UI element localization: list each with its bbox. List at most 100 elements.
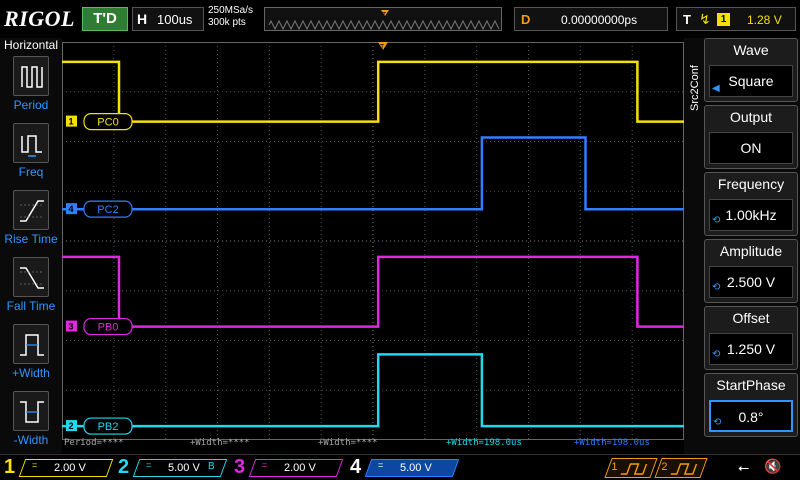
- brand-logo: RIGOL: [4, 6, 75, 31]
- offset-value-text: 1.250 V: [726, 341, 776, 357]
- fall-time-icon: [13, 257, 49, 297]
- horizontal-measure-menu: Horizontal Period Freq Rise Time Fall Ti…: [0, 38, 62, 454]
- measure-positive-width-item[interactable]: +Width: [0, 324, 62, 390]
- top-status-bar: RIGOL T'D H 100us 250MSa/s 300k pts T D …: [0, 0, 800, 38]
- channel-1-status[interactable]: 1 = 2.00 V: [4, 456, 114, 479]
- generator-2-status[interactable]: 2: [654, 458, 708, 478]
- delay-value: 0.00000000ps: [561, 13, 638, 27]
- knob-icon: ⟲: [712, 215, 721, 226]
- channel-4-scale: 5.00 V: [400, 462, 432, 474]
- measurement-item: +Width=****: [318, 438, 378, 448]
- measurement-item: Period=****: [64, 438, 124, 448]
- amplitude-softkey[interactable]: Amplitude ⟲ 2.500 V: [704, 239, 798, 303]
- output-softkey[interactable]: Output ON: [704, 105, 798, 169]
- trace-label-pb0: 3 PB0: [66, 317, 133, 336]
- wave-softkey[interactable]: Wave ◀ Square: [704, 38, 798, 102]
- svg-text:3: 3: [69, 322, 74, 332]
- trigger-position-marker: T: [378, 42, 388, 51]
- offset-softkey[interactable]: Offset ⟲ 1.250 V: [704, 306, 798, 370]
- frequency-softkey[interactable]: Frequency ⟲ 1.00kHz: [704, 172, 798, 236]
- right-menu-title: Src2Conf: [686, 48, 702, 138]
- memory-overview-bar[interactable]: T: [264, 7, 502, 31]
- wave-label: Wave: [733, 42, 769, 58]
- frequency-icon: [13, 123, 49, 163]
- output-label: Output: [729, 109, 773, 125]
- trigger-source-badge: 1: [717, 13, 730, 26]
- horizontal-timebase[interactable]: H 100us: [132, 7, 204, 31]
- channel-3-coupling: =: [262, 460, 268, 470]
- trace-label-pc0: 1 PC0: [66, 112, 133, 131]
- channel-3-status[interactable]: 3 = 2.00 V: [234, 456, 344, 479]
- trigger-label: T: [683, 12, 691, 27]
- frequency-value[interactable]: ⟲ 1.00kHz: [709, 199, 793, 231]
- measure-freq-item[interactable]: Freq: [0, 123, 62, 189]
- svg-text:PC2: PC2: [97, 204, 118, 216]
- usb-icon: ⭠: [738, 459, 750, 475]
- trigger-display[interactable]: T ↯ 1 1.28 V: [676, 7, 796, 31]
- memory-overview-waveform: T: [268, 10, 500, 31]
- speaker-mute-icon[interactable]: 🔇: [764, 458, 781, 475]
- waveform-canvas: 1 PC0 4 PC2 3 PB0 2 PB2 T: [62, 42, 684, 440]
- wave-value[interactable]: ◀ Square: [709, 65, 793, 97]
- svg-text:4: 4: [69, 204, 74, 214]
- rise-time-icon: [13, 190, 49, 230]
- measure-fall-time-label: Fall Time: [6, 299, 56, 313]
- measure-positive-width-label: +Width: [12, 366, 50, 380]
- amplitude-value-text: 2.500 V: [726, 274, 776, 290]
- channel-2-coupling: =: [146, 460, 152, 470]
- sample-rate: 250MSa/s: [208, 5, 254, 16]
- amplitude-label: Amplitude: [719, 243, 783, 259]
- channel-1-number: 1: [4, 456, 16, 478]
- start-phase-value-text: 0.8°: [738, 409, 764, 425]
- waveform-display[interactable]: 1 PC0 4 PC2 3 PB0 2 PB2 T: [62, 42, 684, 440]
- start-phase-value[interactable]: ⟲ 0.8°: [709, 400, 793, 432]
- delay-label: D: [521, 12, 531, 27]
- channel-status-bar: 1 = 2.00 V 2 = 5.00 V B 3 = 2.00 V 4 = 5…: [0, 454, 800, 480]
- measure-fall-time-item[interactable]: Fall Time: [0, 257, 62, 323]
- frequency-value-text: 1.00kHz: [725, 207, 777, 223]
- measurement-results: Period=**** +Width=**** +Width=**** +Wid…: [62, 437, 684, 451]
- graticule-grid: [62, 42, 684, 440]
- channel-4-status[interactable]: 4 = 5.00 V: [350, 456, 460, 479]
- channel-4-coupling: =: [378, 460, 384, 470]
- generator-2-number: 2: [661, 461, 668, 473]
- offset-label: Offset: [732, 310, 770, 326]
- channel-4-number: 4: [350, 456, 362, 478]
- measurement-item: +Width=****: [190, 438, 250, 448]
- negative-width-icon: [13, 391, 49, 431]
- measure-rise-time-label: Rise Time: [4, 232, 58, 246]
- measure-negative-width-label: -Width: [13, 433, 49, 447]
- delay-display[interactable]: D 0.00000000ps: [514, 7, 668, 31]
- trigger-status-badge[interactable]: T'D: [82, 7, 128, 31]
- trace-pb0: [62, 255, 684, 328]
- amplitude-value[interactable]: ⟲ 2.500 V: [709, 266, 793, 298]
- start-phase-softkey[interactable]: StartPhase ⟲ 0.8°: [704, 373, 798, 437]
- output-value[interactable]: ON: [709, 132, 793, 164]
- trigger-marker-text: T: [380, 44, 385, 51]
- measure-negative-width-item[interactable]: -Width: [0, 391, 62, 457]
- channel-2-status[interactable]: 2 = 5.00 V B: [118, 456, 228, 479]
- generator-1-number: 1: [611, 461, 618, 473]
- knob-icon: ⟲: [713, 417, 722, 428]
- acquisition-info: 250MSa/s 300k pts: [208, 5, 253, 29]
- generator-1-status[interactable]: 1: [604, 458, 658, 478]
- offset-value[interactable]: ⟲ 1.250 V: [709, 333, 793, 365]
- measure-period-label: Period: [13, 98, 49, 112]
- measure-period-item[interactable]: Period: [0, 56, 62, 122]
- positive-width-icon: [13, 324, 49, 364]
- wave-value-text: Square: [728, 73, 774, 89]
- svg-text:PB0: PB0: [98, 322, 119, 334]
- left-menu-title: Horizontal: [3, 38, 59, 52]
- square-wave-icon: [620, 463, 648, 475]
- measurement-item: +Width=198.0us: [446, 438, 522, 448]
- trace-label-pb2: 2 PB2: [66, 417, 133, 435]
- trigger-level-value: 1.28 V: [747, 13, 782, 27]
- period-icon: [13, 56, 49, 96]
- svg-text:T: T: [382, 12, 387, 19]
- measure-rise-time-item[interactable]: Rise Time: [0, 190, 62, 256]
- bandwidth-limit-icon: B: [208, 461, 215, 472]
- channel-2-number: 2: [118, 456, 130, 478]
- knob-icon: ⟲: [712, 282, 721, 293]
- svg-text:PB2: PB2: [98, 421, 119, 433]
- right-menu-title-text: Src2Conf: [689, 65, 701, 111]
